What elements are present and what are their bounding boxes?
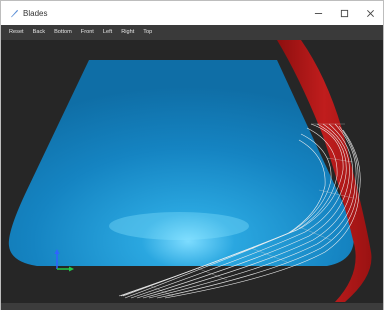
minimize-button[interactable] bbox=[305, 1, 331, 25]
top-view-button[interactable]: Top bbox=[143, 25, 152, 40]
back-view-button[interactable]: Back bbox=[33, 25, 45, 40]
minimize-icon bbox=[314, 9, 323, 18]
close-button[interactable] bbox=[357, 1, 383, 25]
x-axis-arrow-icon bbox=[57, 266, 74, 272]
app-window: Blades Reset Back Bottom Front Left Righ… bbox=[0, 0, 384, 310]
bottom-view-button[interactable]: Bottom bbox=[54, 25, 72, 40]
window-title: Blades bbox=[23, 8, 48, 18]
maximize-icon bbox=[340, 9, 349, 18]
title-bar[interactable]: Blades bbox=[1, 1, 383, 25]
maximize-button[interactable] bbox=[331, 1, 357, 25]
front-view-button[interactable]: Front bbox=[81, 25, 94, 40]
view-toolbar: Reset Back Bottom Front Left Right Top bbox=[1, 25, 383, 40]
app-feather-icon bbox=[9, 8, 19, 18]
close-icon bbox=[366, 9, 375, 18]
scene-render bbox=[8, 40, 372, 302]
3d-viewport[interactable] bbox=[1, 40, 383, 303]
reset-view-button[interactable]: Reset bbox=[9, 25, 24, 40]
status-bar bbox=[1, 303, 383, 310]
right-view-button[interactable]: Right bbox=[121, 25, 134, 40]
left-view-button[interactable]: Left bbox=[103, 25, 112, 40]
